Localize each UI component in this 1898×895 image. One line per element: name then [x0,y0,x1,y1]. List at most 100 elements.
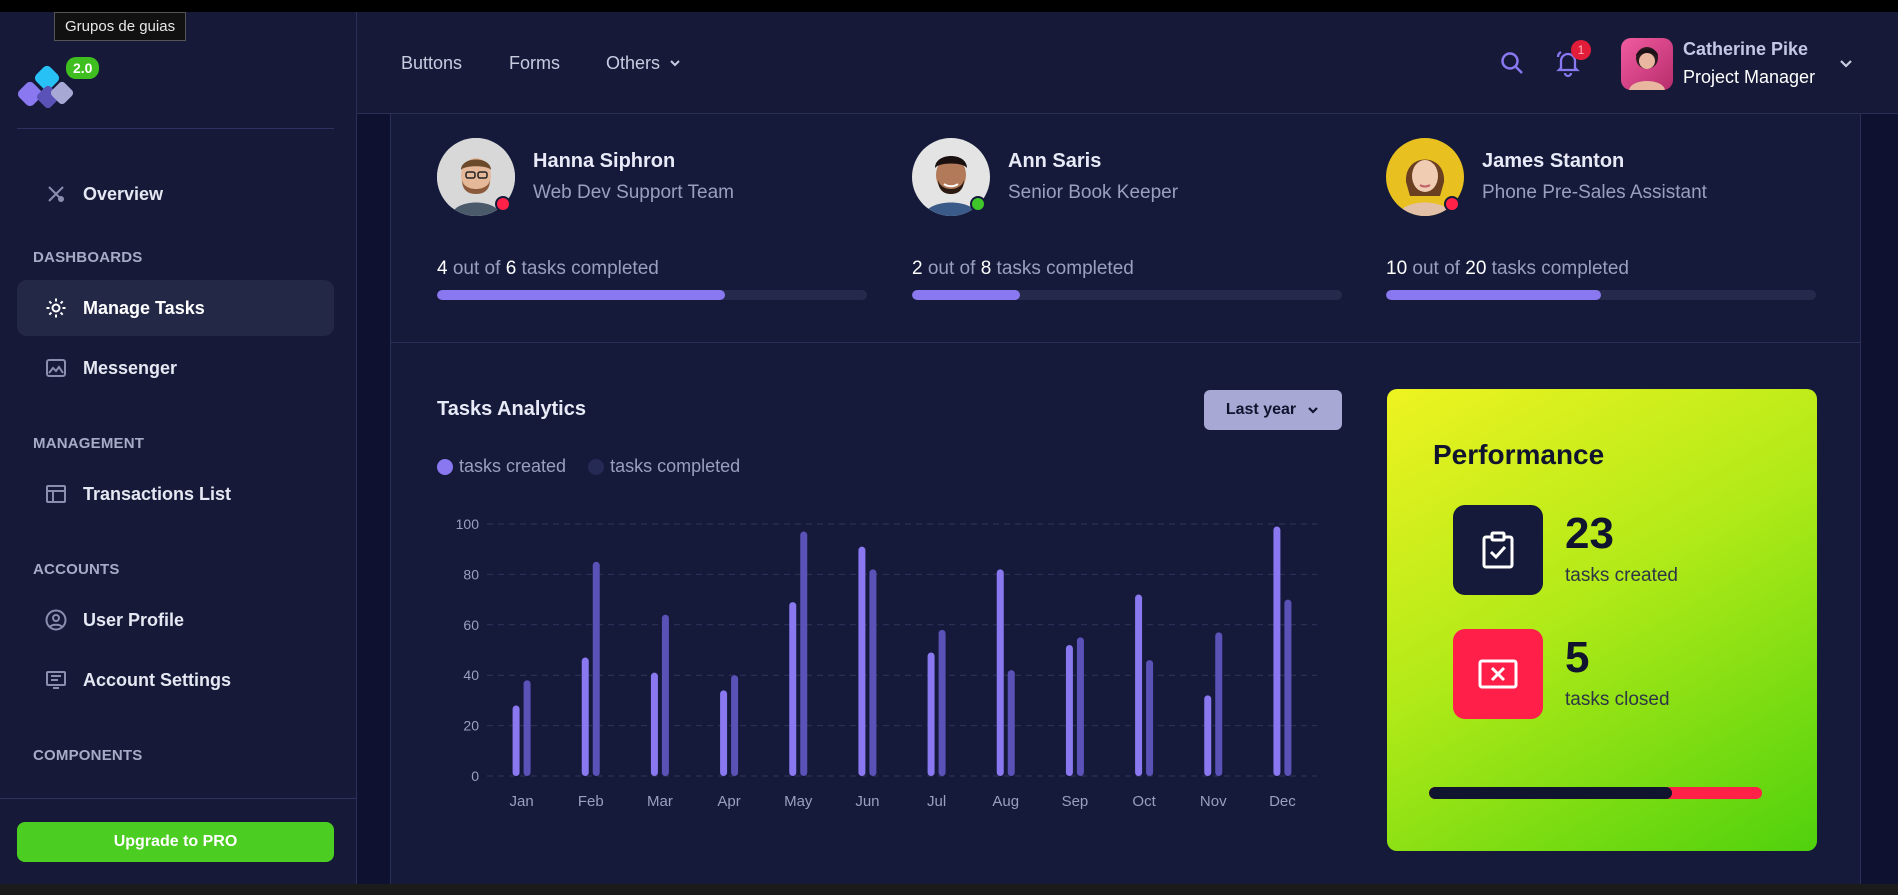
x-tick-label: Dec [1269,793,1296,810]
progress-fill [912,290,1020,300]
tasks-total: 20 [1465,258,1487,279]
performance-bar [1429,787,1762,799]
bar-tasks-created[interactable] [1135,594,1143,776]
legend-item-completed[interactable]: tasks completed [588,456,740,477]
bar-tasks-completed[interactable] [1007,670,1015,776]
legend-dot-created [437,458,453,475]
user-role: Project Manager [1683,67,1816,87]
tasks-suffix: tasks completed [996,258,1134,279]
bar-tasks-created[interactable] [858,546,866,776]
performance-title: Performance [1433,439,1605,470]
bar-tasks-created[interactable] [650,672,658,776]
tasks-suffix: tasks completed [1491,258,1629,279]
bar-tasks-created[interactable] [927,652,935,776]
sidebar-item-account-settings[interactable]: Account Settings [17,652,334,708]
sidebar-item-label: Overview [83,183,164,204]
sidebar-item-messenger[interactable]: Messenger [17,340,334,396]
x-tick-label: Jul [927,793,946,810]
performance-fill [1429,787,1673,799]
bar-tasks-completed[interactable] [592,561,600,776]
bar-tasks-created[interactable] [581,657,589,776]
range-label: Last year [1225,401,1297,418]
nav-others[interactable]: Others [606,12,682,114]
upgrade-button[interactable]: Upgrade to PRO [17,822,334,862]
clipboard-check-icon [1482,531,1514,569]
x-tick-label: Oct [1132,793,1156,810]
bar-tasks-completed[interactable] [1284,599,1292,776]
bar-tasks-created[interactable] [512,705,520,776]
bar-tasks-completed[interactable] [731,675,739,776]
tasks-created-count: 23 [1565,509,1614,558]
bar-tasks-completed[interactable] [1146,660,1154,776]
x-tick-label: Mar [647,793,673,810]
bar-tasks-created[interactable] [1065,644,1073,776]
bar-tasks-created[interactable] [996,569,1004,776]
search-icon[interactable] [1499,50,1525,76]
x-tick-label: Feb [578,793,604,810]
nav-buttons[interactable]: Buttons [401,12,462,114]
sidebar-item-overview[interactable]: Overview [17,166,334,222]
nav-others-label: Others [606,52,661,73]
tasks-total: 8 [980,258,992,279]
sidebar-item-user-profile[interactable]: User Profile [17,592,334,648]
gear-icon [45,297,67,319]
member-name: Ann Saris [1008,150,1102,172]
tasks-created-label: tasks created [1565,565,1678,586]
x-tick-label: Jun [855,793,879,810]
tasks-closed-label: tasks closed [1565,689,1670,710]
member-name: Hanna Siphron [533,150,676,172]
sidebar-item-label: Transactions List [83,483,232,504]
bar-tasks-completed[interactable] [800,531,808,776]
window-top-strip [0,0,1898,12]
x-tick-label: Aug [992,793,1019,810]
legend-dot-completed [588,458,605,475]
bar-tasks-completed[interactable] [869,569,877,776]
bar-tasks-completed[interactable] [661,614,669,776]
status-dot [495,196,511,212]
sidebar-item-label: Messenger [83,357,178,378]
x-tick-label: Apr [717,793,740,810]
section-divider [391,342,1860,343]
sidebar-item-manage-tasks[interactable]: Manage Tasks [17,280,334,336]
y-tick-label: 80 [463,566,479,582]
bar-tasks-completed[interactable] [1076,637,1084,776]
chevron-down-icon [1308,407,1318,414]
y-tick-label: 0 [471,768,479,784]
sidebar-item-label: User Profile [83,609,185,630]
tasks-total: 6 [505,258,517,279]
bar-tasks-created[interactable] [789,602,797,776]
y-tick-label: 100 [456,516,480,532]
bar-tasks-created[interactable] [720,690,728,776]
performance-card: Performance 23 tasks created 5 tasks clo… [1387,389,1817,851]
legend-item-created[interactable]: tasks created [437,456,566,477]
tasks-done: 4 [437,258,448,279]
x-tick-label: Sep [1062,793,1089,810]
bar-tasks-completed[interactable] [938,629,946,776]
y-tick-label: 60 [463,617,479,633]
sidebar-divider [0,798,357,799]
bar-tasks-completed[interactable] [1215,632,1223,776]
tab-group-tooltip: Grupos de guias [54,12,187,41]
y-tick-label: 40 [463,667,479,683]
member-role: Web Dev Support Team [533,182,735,203]
chevron-down-icon[interactable] [1837,54,1855,72]
tasks-out-of: out of [452,258,501,279]
top-header: Buttons Forms Others 1 Catherine Pike Pr… [357,12,1898,114]
user-avatar[interactable] [1621,38,1673,90]
bar-tasks-completed[interactable] [523,680,531,776]
nav-forms[interactable]: Forms [509,12,560,114]
range-dropdown[interactable]: Last year [1204,390,1342,430]
settings-panel-icon [45,669,67,691]
legend-label: tasks created [459,456,567,476]
bar-tasks-created[interactable] [1273,526,1281,776]
progress-fill [437,290,726,300]
progress-bar [437,290,867,300]
member-role: Phone Pre-Sales Assistant [1482,182,1707,203]
tasks-suffix: tasks completed [521,258,659,279]
bar-tasks-created[interactable] [1204,695,1212,776]
close-box-icon [1478,659,1518,689]
tasks-done: 10 [1386,258,1408,279]
sidebar-item-transactions[interactable]: Transactions List [17,466,334,522]
tasks-progress-text: 2 out of 8 tasks completed [912,258,1134,280]
section-accounts: ACCOUNTS [33,561,120,578]
